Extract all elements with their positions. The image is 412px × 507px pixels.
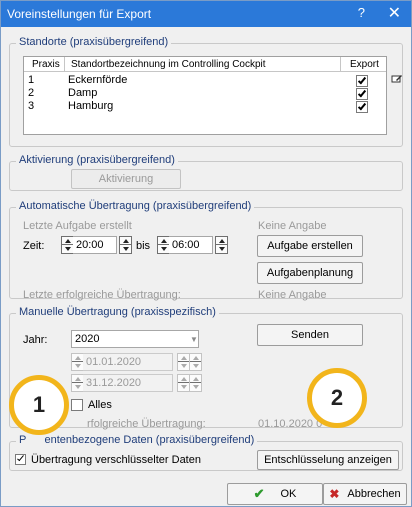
from-time-field[interactable]: 20:00 (73, 236, 117, 254)
standorte-table[interactable]: Praxis Standortbezeichnung im Controllin… (23, 56, 387, 135)
table-row[interactable]: 1 Eckernförde (24, 74, 386, 87)
title-bar: Voreinstellungen für Export ? ✕ (1, 1, 411, 27)
to-time-spinner-right[interactable] (215, 236, 228, 254)
export-checkbox[interactable] (356, 88, 368, 100)
manual-transfer-legend: Manuelle Übertragung (praxisspezifisch) (16, 306, 219, 318)
header-export[interactable]: Export (350, 59, 379, 70)
alles-checkbox[interactable] (71, 399, 83, 411)
jahr-select[interactable]: 2020 (71, 330, 199, 348)
manual-last-success-label: rfolgreiche Übertragung: (87, 418, 206, 430)
header-praxis[interactable]: Praxis (32, 59, 60, 70)
table-row[interactable]: 2 Damp (24, 87, 386, 100)
standorte-legend: Standorte (praxisübergreifend) (16, 36, 172, 48)
cancel-button[interactable]: ✖ Abbrechen (323, 483, 407, 505)
close-button[interactable]: ✕ (388, 3, 401, 23)
aktivierung-group: Aktivierung (praxisübergreifend) (9, 154, 403, 191)
encrypt-label: Übertragung verschlüsselter Daten (31, 454, 201, 466)
ok-button[interactable]: ✔ OK (227, 483, 323, 505)
jahr-label: Jahr: (23, 334, 48, 346)
patient-data-legend: P entenbezogene Daten (praxisübergreifen… (16, 434, 258, 446)
alles-label: Alles (88, 399, 112, 411)
row-praxis: 2 (28, 87, 35, 99)
help-button[interactable]: ? (358, 5, 365, 20)
export-settings-dialog: Voreinstellungen für Export ? ✕ Standort… (0, 0, 412, 507)
last-task-value: Keine Angabe (258, 220, 327, 232)
to-time-field[interactable]: 06:00 (169, 236, 213, 254)
last-task-label: Letzte Aufgabe erstellt (23, 220, 132, 232)
header-standortbezeichnung[interactable]: Standortbezeichnung im Controlling Cockp… (71, 59, 266, 70)
table-row[interactable]: 3 Hamburg (24, 100, 386, 113)
row-standort: Hamburg (68, 100, 114, 112)
aktivierung-legend: Aktivierung (praxisübergreifend) (16, 154, 178, 166)
senden-button[interactable]: Senden (257, 324, 363, 346)
cancel-label: Abbrechen (347, 488, 401, 500)
window-title: Voreinstellungen für Export (7, 7, 152, 21)
create-task-button[interactable]: Aufgabe erstellen (257, 235, 363, 257)
zeit-label: Zeit: (23, 240, 45, 252)
date-from-spinner-c[interactable] (189, 353, 202, 371)
chevron-down-icon[interactable]: ▼ (190, 335, 198, 344)
cross-icon: ✖ (329, 487, 340, 501)
edit-icon[interactable] (391, 74, 403, 84)
date-from-field[interactable]: 01.01.2020 (83, 353, 173, 371)
ok-label: OK (280, 488, 297, 500)
date-to-spinner-c[interactable] (189, 374, 202, 392)
task-scheduler-button[interactable]: Aufgabenplanung (257, 262, 363, 284)
manual-last-success-value: 01.10.2020 0 (258, 418, 323, 430)
encrypt-checkbox[interactable] (15, 453, 26, 465)
export-checkbox[interactable] (356, 75, 368, 87)
annotation-badge-2: 2 (307, 368, 367, 428)
from-time-spinner-right[interactable] (119, 236, 132, 254)
annotation-badge-1: 1 (9, 375, 69, 435)
row-praxis: 3 (28, 100, 35, 112)
check-icon: ✔ (253, 486, 265, 501)
export-checkbox[interactable] (356, 101, 368, 113)
bis-label: bis (136, 240, 151, 252)
last-success-value: Keine Angabe (258, 289, 327, 301)
table-header: Praxis Standortbezeichnung im Controllin… (24, 57, 386, 72)
row-praxis: 1 (28, 74, 35, 86)
auto-transfer-legend: Automatische Übertragung (praxisübergrei… (16, 200, 255, 212)
decrypt-button[interactable]: Entschlüsselung anzeigen (257, 450, 399, 470)
aktivierung-button[interactable]: Aktivierung (71, 169, 181, 189)
row-standort: Damp (68, 87, 98, 99)
last-success-label: Letzte erfolgreiche Übertragung: (23, 289, 181, 301)
row-standort: Eckernförde (68, 74, 128, 86)
date-to-field[interactable]: 31.12.2020 (83, 374, 173, 392)
